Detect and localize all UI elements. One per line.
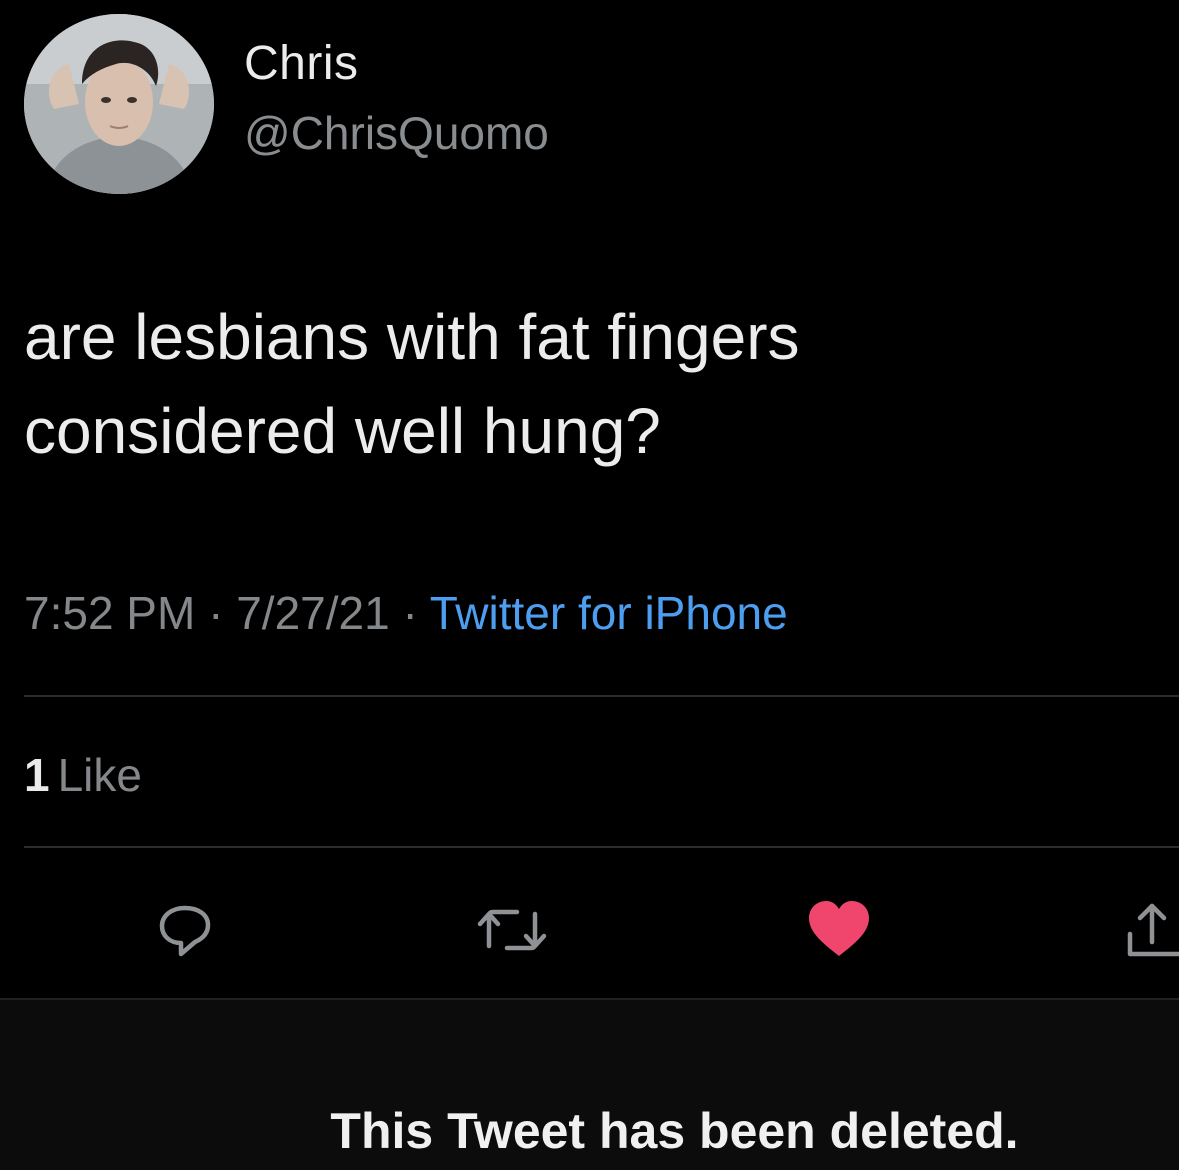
likes-count: 1 [24, 749, 50, 801]
deleted-message: This Tweet has been deleted. [330, 1103, 1019, 1159]
tweet-time: 7:52 PM [24, 587, 196, 639]
tweet-text-line: considered well hung? [24, 395, 661, 467]
divider [24, 695, 1179, 697]
reply-button[interactable] [145, 890, 225, 970]
display-name[interactable]: Chris [244, 36, 359, 91]
avatar[interactable] [24, 14, 214, 194]
meta-separator: · [389, 587, 430, 639]
tweet-metadata: 7:52 PM · 7/27/21 · Twitter for iPhone [24, 586, 788, 640]
user-photo-avatar-icon [24, 14, 214, 194]
retweet-button[interactable] [468, 890, 558, 970]
tweet-text: are lesbians with fat fingers considered… [24, 290, 1144, 478]
likes-label: Like [57, 749, 142, 801]
share-button[interactable] [1118, 890, 1179, 970]
tweet-text-line: are lesbians with fat fingers [24, 301, 800, 373]
speech-bubble-icon [159, 905, 211, 957]
share-icon [1127, 903, 1179, 957]
user-handle[interactable]: @ChrisQuomo [244, 106, 549, 160]
like-button[interactable] [796, 890, 882, 970]
retweet-icon [477, 909, 547, 951]
meta-separator: · [195, 587, 237, 639]
likes-stat[interactable]: 1 Like [24, 748, 142, 802]
deleted-tweet-banner: This Tweet has been deleted. [0, 998, 1179, 1170]
tweet-source-link[interactable]: Twitter for iPhone [430, 587, 788, 639]
tweet-date: 7/27/21 [236, 587, 390, 639]
divider [24, 846, 1179, 848]
heart-icon [809, 901, 869, 956]
